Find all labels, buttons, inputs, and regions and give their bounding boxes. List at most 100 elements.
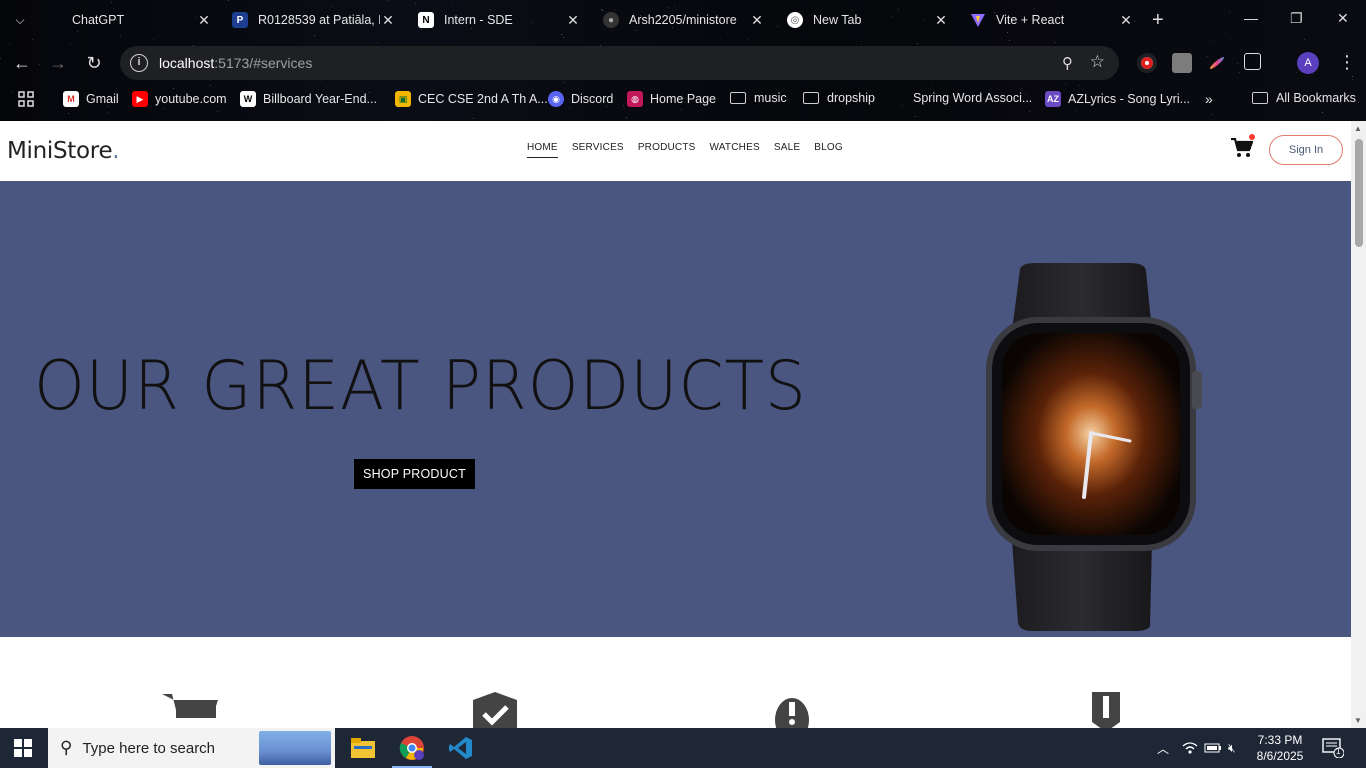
vscode-icon[interactable] bbox=[437, 728, 485, 768]
tab-intern-sde[interactable]: N Intern - SDE ✕ bbox=[418, 6, 581, 34]
tab-title: New Tab bbox=[813, 13, 862, 27]
nav-sale[interactable]: SALE bbox=[774, 142, 800, 158]
minimize-icon[interactable]: — bbox=[1244, 10, 1258, 26]
zoom-magnifier-icon[interactable]: ⚲ bbox=[1062, 54, 1073, 72]
bookmarks-overflow-chevron-icon[interactable]: » bbox=[1205, 91, 1213, 107]
folder-icon bbox=[730, 92, 746, 104]
tab-strip: ⌵ ChatGPT ✕ P R0128539 at Patiāla, P ✕ N… bbox=[0, 0, 1366, 40]
bookmark-spring-word[interactable]: Spring Word Associ... bbox=[913, 91, 1032, 105]
file-explorer-icon[interactable] bbox=[339, 728, 387, 768]
profile-avatar[interactable]: A bbox=[1297, 52, 1319, 74]
close-tab-icon[interactable]: ✕ bbox=[196, 12, 212, 29]
tab-vite-react[interactable]: Vite + React ✕ bbox=[970, 6, 1134, 34]
bookmark-folder-music[interactable]: music bbox=[730, 91, 787, 105]
tab-title: ChatGPT bbox=[72, 13, 125, 27]
site-header: MiniStore. HOME SERVICES PRODUCTS WATCHE… bbox=[0, 121, 1351, 181]
bookmark-label: dropship bbox=[827, 91, 875, 105]
battery-icon[interactable] bbox=[1204, 728, 1222, 768]
notification-center-icon[interactable]: 1 bbox=[1322, 738, 1345, 759]
url-host: localhost bbox=[159, 55, 215, 71]
bookmark-folder-dropship[interactable]: dropship bbox=[803, 91, 875, 105]
notion-n-icon: N bbox=[418, 12, 434, 28]
bookmark-classroom[interactable]: ▣ CEC CSE 2nd A Th A... bbox=[395, 91, 548, 107]
all-bookmarks[interactable]: All Bookmarks bbox=[1252, 91, 1356, 105]
new-tab-plus-icon[interactable]: + bbox=[1152, 9, 1164, 32]
homepage-icon: ◍ bbox=[627, 91, 643, 107]
bookmarks-bar: M Gmail ▶ youtube.com W Billboard Year-End.… bbox=[0, 86, 1366, 114]
gmail-icon: M bbox=[63, 91, 79, 107]
scroll-down-arrow-icon[interactable]: ▼ bbox=[1354, 716, 1362, 725]
logo-text: MiniStore bbox=[7, 138, 113, 164]
bookmark-label: youtube.com bbox=[155, 92, 227, 106]
bookmark-shield-icon bbox=[1092, 692, 1120, 728]
page-scrollbar[interactable]: ▲ ▼ bbox=[1351, 121, 1366, 728]
address-bar[interactable]: i localhost:5173/#services ⚲ ☆ bbox=[120, 46, 1119, 80]
clock-date: 8/6/2025 bbox=[1256, 749, 1304, 763]
nav-watches[interactable]: WATCHES bbox=[710, 142, 760, 158]
scrollbar-thumb[interactable] bbox=[1355, 139, 1363, 247]
bookmark-azlyrics[interactable]: AZ AZLyrics - Song Lyri... bbox=[1045, 91, 1190, 107]
bookmark-youtube[interactable]: ▶ youtube.com bbox=[132, 91, 227, 107]
taskbar-search-box[interactable]: ⚲ Type here to search bbox=[48, 728, 335, 768]
record-extension-icon[interactable] bbox=[1137, 53, 1157, 73]
nav-products[interactable]: PRODUCTS bbox=[638, 142, 696, 158]
tab-title: Intern - SDE bbox=[444, 13, 513, 27]
bookmark-star-icon[interactable]: ☆ bbox=[1090, 52, 1105, 72]
browser-chrome: ⌵ ChatGPT ✕ P R0128539 at Patiāla, P ✕ N… bbox=[0, 0, 1366, 121]
sign-in-button[interactable]: Sign In bbox=[1269, 135, 1343, 165]
cart-icon[interactable] bbox=[1231, 134, 1255, 158]
show-hidden-icons-chevron-icon[interactable]: ︿ bbox=[1157, 728, 1169, 768]
discord-icon: ◉ bbox=[548, 91, 564, 107]
forward-arrow-icon[interactable]: → bbox=[47, 52, 69, 74]
tab-chatgpt[interactable]: ChatGPT ✕ bbox=[72, 6, 212, 34]
shop-product-button[interactable]: SHOP PRODUCT bbox=[354, 459, 475, 489]
smartwatch-image bbox=[986, 263, 1202, 631]
browser-toolbar: ← → ↻ i localhost:5173/#services ⚲ ☆ bbox=[0, 40, 1366, 86]
site-logo[interactable]: MiniStore. bbox=[7, 138, 120, 164]
bookmark-discord[interactable]: ◉ Discord bbox=[548, 91, 613, 107]
nav-blog[interactable]: BLOG bbox=[814, 142, 843, 158]
volume-muted-icon[interactable]: 🔇︎ bbox=[1228, 728, 1236, 768]
close-tab-icon[interactable]: ✕ bbox=[565, 12, 581, 29]
search-highlight-illustration bbox=[259, 731, 331, 765]
services-section bbox=[0, 637, 1351, 728]
site-info-icon[interactable]: i bbox=[130, 54, 148, 72]
restore-icon[interactable]: ❐ bbox=[1290, 10, 1303, 27]
web-page: MiniStore. HOME SERVICES PRODUCTS WATCHE… bbox=[0, 121, 1351, 728]
bookmark-home-page[interactable]: ◍ Home Page bbox=[627, 91, 716, 107]
shield-check-icon bbox=[473, 692, 517, 728]
hero-title: OUR GREAT PRODUCTS bbox=[34, 347, 807, 426]
tab-r0128539[interactable]: P R0128539 at Patiāla, P ✕ bbox=[232, 6, 396, 34]
scroll-up-arrow-icon[interactable]: ▲ bbox=[1354, 124, 1362, 133]
bookmark-gmail[interactable]: M Gmail bbox=[63, 91, 119, 107]
close-tab-icon[interactable]: ✕ bbox=[380, 12, 396, 29]
search-icon: ⚲ bbox=[60, 738, 73, 757]
star-dot bbox=[473, 118, 474, 119]
bookmark-billboard[interactable]: W Billboard Year-End... bbox=[240, 91, 377, 107]
windows-start-icon[interactable] bbox=[14, 739, 32, 757]
tab-title: R0128539 at Patiāla, P bbox=[258, 13, 380, 27]
browser-menu-kebab-icon[interactable]: ⋮ bbox=[1338, 52, 1356, 73]
bookmark-label: CEC CSE 2nd A Th A... bbox=[418, 92, 548, 106]
nav-services[interactable]: SERVICES bbox=[572, 142, 624, 158]
reload-icon[interactable]: ↻ bbox=[83, 52, 105, 74]
color-pen-extension-icon[interactable] bbox=[1208, 55, 1226, 71]
close-tab-icon[interactable]: ✕ bbox=[1118, 12, 1134, 29]
tab-github[interactable]: ● Arsh2205/ministore ✕ bbox=[603, 6, 765, 34]
close-tab-icon[interactable]: ✕ bbox=[933, 12, 949, 29]
chrome-taskbar-icon[interactable] bbox=[388, 728, 436, 768]
apps-grid-icon[interactable] bbox=[18, 91, 34, 107]
notification-count: 1 bbox=[1336, 747, 1341, 756]
taskbar-clock[interactable]: 7:33 PM 8/6/2025 bbox=[1250, 732, 1310, 764]
window-close-icon[interactable]: ✕ bbox=[1337, 10, 1349, 27]
bookmark-label: music bbox=[754, 91, 787, 105]
tab-search-chevron-icon[interactable]: ⌵ bbox=[10, 10, 30, 30]
url-text[interactable]: localhost:5173/#services bbox=[159, 55, 312, 71]
back-arrow-icon[interactable]: ← bbox=[11, 52, 33, 74]
nav-home[interactable]: HOME bbox=[527, 142, 558, 158]
extension-icon[interactable] bbox=[1172, 53, 1192, 73]
tab-new-tab[interactable]: ◎ New Tab ✕ bbox=[787, 6, 949, 34]
network-icon[interactable] bbox=[1182, 728, 1198, 768]
close-tab-icon[interactable]: ✕ bbox=[749, 12, 765, 29]
puzzle-extensions-icon[interactable] bbox=[1244, 53, 1261, 70]
